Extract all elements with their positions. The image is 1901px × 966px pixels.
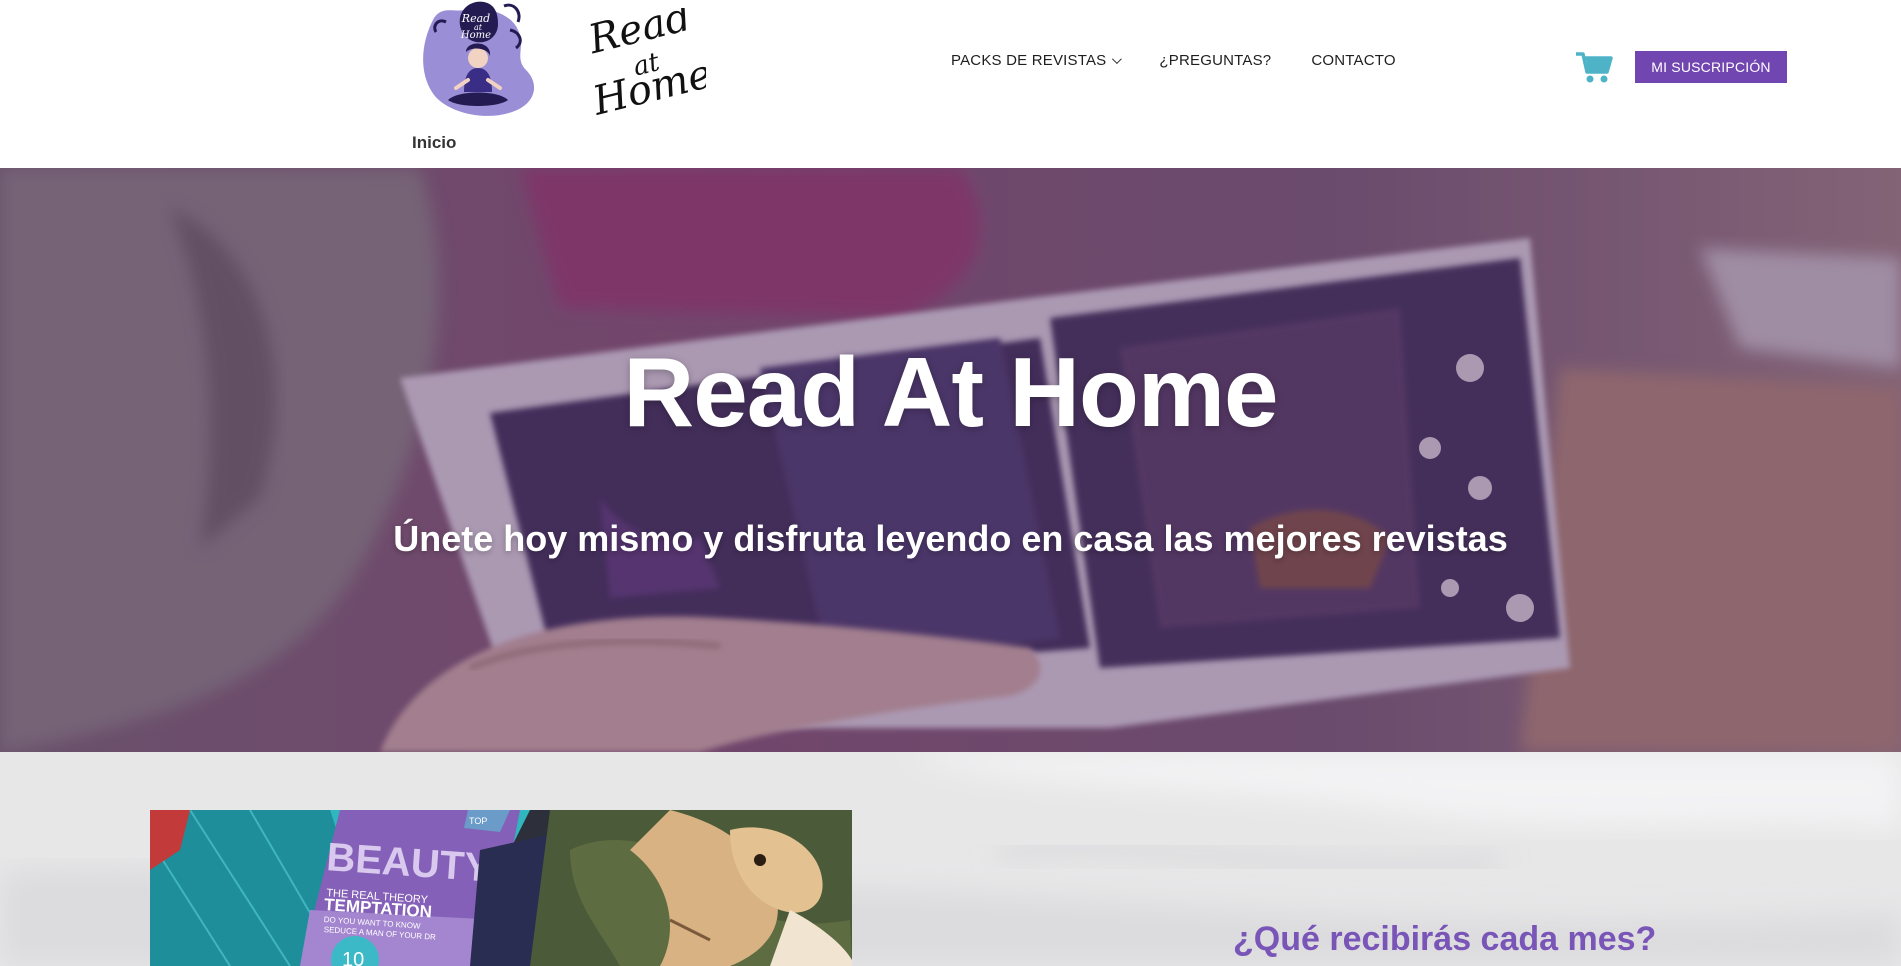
- hero-overlay: [0, 168, 1901, 752]
- nav-item-label: PACKS DE REVISTAS: [951, 52, 1107, 69]
- nav-item-label: CONTACTO: [1311, 52, 1396, 69]
- nav-item-packs-de-revistas[interactable]: PACKS DE REVISTAS: [951, 52, 1123, 69]
- breadcrumb-inicio[interactable]: Inicio: [412, 133, 456, 153]
- section-heading: ¿Qué recibirás cada mes?: [1233, 920, 1657, 958]
- main-navigation: PACKS DE REVISTAS ¿PREGUNTAS? CONTACTO: [951, 52, 1436, 69]
- hero-banner: Read At Home Únete hoy mismo y disfruta …: [0, 168, 1901, 752]
- nav-item-contacto[interactable]: CONTACTO: [1311, 52, 1395, 69]
- monthly-content-section: BEAUTY&S THE REAL THEORY TEMPTATION DO Y…: [0, 752, 1901, 966]
- shopping-cart-icon[interactable]: [1575, 50, 1613, 84]
- hero-title: Read At Home: [623, 337, 1278, 447]
- nav-item-label: ¿PREGUNTAS?: [1159, 52, 1272, 69]
- magazine-badge: 10: [342, 949, 364, 966]
- brand-wordmark[interactable]: Read at Home: [582, 8, 706, 118]
- chevron-down-icon: [1112, 54, 1123, 65]
- magazine-tag: TOP: [469, 816, 487, 826]
- woman-reading-logo-icon[interactable]: Read at Home: [414, 0, 540, 120]
- my-subscription-button[interactable]: MI SUSCRIPCIÓN: [1635, 51, 1787, 83]
- nav-item-preguntas[interactable]: ¿PREGUNTAS?: [1159, 52, 1271, 69]
- magazines-image: BEAUTY&S THE REAL THEORY TEMPTATION DO Y…: [150, 810, 852, 966]
- logo-badge-line3: Home: [460, 30, 491, 41]
- hero-subtitle: Únete hoy mismo y disfruta leyendo en ca…: [393, 518, 1508, 559]
- site-header: Read at Home Read at Home PACKS DE REVIS…: [0, 0, 1901, 168]
